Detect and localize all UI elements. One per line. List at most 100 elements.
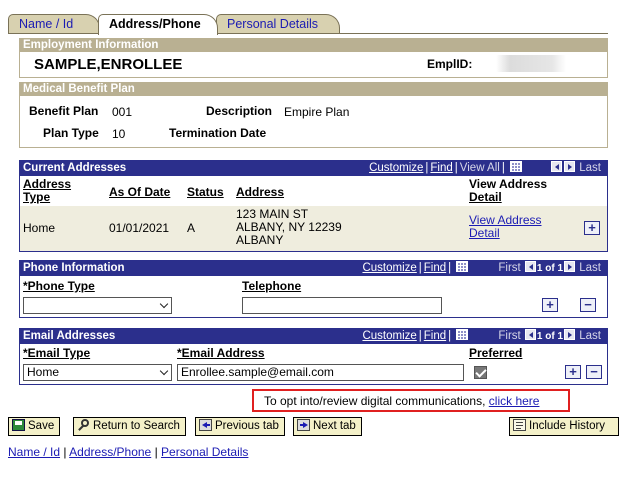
next-row-icon[interactable] xyxy=(564,261,576,272)
include-history-button[interactable]: Include History xyxy=(509,417,619,436)
row-count: 1 of 1 xyxy=(536,263,564,274)
find-link[interactable]: Find xyxy=(430,162,452,174)
footer-separator: | xyxy=(63,445,67,459)
next-row-icon[interactable] xyxy=(564,161,576,172)
col-as-of-date[interactable]: As Of Date xyxy=(109,185,170,199)
click-here-link[interactable]: click here xyxy=(489,394,540,408)
as-of-date-value: 01/01/2021 xyxy=(109,221,170,235)
phone-information-header: Phone Information Customize | Find | First … xyxy=(20,261,607,276)
customize-link[interactable]: Customize xyxy=(362,262,416,274)
tab-name-id[interactable]: Name / Id xyxy=(8,14,100,34)
preferred-checkbox[interactable] xyxy=(474,366,487,379)
previous-tab-label: Previous tab xyxy=(215,420,279,432)
opt-in-text: To opt into/review digital communication… xyxy=(264,394,539,408)
grid-title: Phone Information xyxy=(23,262,125,274)
delete-row-icon[interactable]: − xyxy=(586,365,602,379)
plan-type-label: Plan Type xyxy=(43,126,99,140)
footer-link-address-phone[interactable]: Address/Phone xyxy=(69,445,151,459)
next-row-icon[interactable] xyxy=(564,329,576,340)
search-icon xyxy=(77,419,90,431)
previous-row-icon[interactable] xyxy=(551,161,563,172)
plan-type-value: 10 xyxy=(112,127,126,141)
grid-nav: Customize | Find | First 1 of 1 Last xyxy=(362,329,601,342)
add-row-icon[interactable]: + xyxy=(584,221,600,235)
email-type-value: Home xyxy=(27,365,60,379)
previous-row-icon[interactable] xyxy=(524,329,536,340)
last-link[interactable]: Last xyxy=(579,162,601,174)
col-status[interactable]: Status xyxy=(187,185,224,199)
col-email-address[interactable]: *Email Address xyxy=(177,346,265,360)
first-link[interactable]: First xyxy=(498,330,520,342)
tab-personal-details[interactable]: Personal Details xyxy=(216,14,340,34)
tab-address-phone[interactable]: Address/Phone xyxy=(98,14,218,35)
view-address-detail-link[interactable]: View Address Detail xyxy=(469,214,542,240)
return-to-search-label: Return to Search xyxy=(93,420,180,432)
customize-link[interactable]: Customize xyxy=(369,162,423,174)
previous-tab-button[interactable]: Previous tab xyxy=(195,417,285,436)
floppy-disk-icon xyxy=(12,419,25,431)
last-link[interactable]: Last xyxy=(579,330,601,342)
address-type-value: Home xyxy=(23,221,56,235)
find-link[interactable]: Find xyxy=(424,330,446,342)
tab-bar: Name / Id Address/Phone Personal Details xyxy=(8,14,608,35)
save-label: Save xyxy=(28,420,55,432)
download-grid-icon[interactable] xyxy=(456,329,469,340)
first-link[interactable]: First xyxy=(498,262,520,274)
phone-information-grid: Phone Information Customize | Find | First … xyxy=(19,260,608,318)
email-type-select[interactable]: Home xyxy=(23,364,172,381)
current-addresses-grid: Current Addresses Customize | Find | View Al… xyxy=(19,160,608,252)
col-telephone[interactable]: Telephone xyxy=(242,279,301,293)
customize-link[interactable]: Customize xyxy=(362,330,416,342)
grid-nav: Customize | Find | View All | Last xyxy=(369,161,601,174)
add-row-icon[interactable]: + xyxy=(565,365,581,379)
emplid-value-redacted xyxy=(496,55,566,72)
description-label: Description xyxy=(206,104,273,118)
email-address-input[interactable]: Enrollee.sample@email.com xyxy=(177,364,464,381)
arrow-right-icon xyxy=(297,419,310,431)
grid-title: Current Addresses xyxy=(23,162,127,174)
col-view-line2: Detail xyxy=(469,190,502,204)
col-view-address-detail: View Address Detail xyxy=(469,178,547,204)
footer-link-personal-details[interactable]: Personal Details xyxy=(161,445,248,459)
download-grid-icon[interactable] xyxy=(509,161,522,172)
email-addresses-header: Email Addresses Customize | Find | First 1 … xyxy=(20,329,607,344)
col-address-type[interactable]: Address Type xyxy=(23,178,71,204)
grid-title: Email Addresses xyxy=(23,330,116,342)
employee-name: SAMPLE,ENROLLEE xyxy=(34,56,183,73)
col-email-type[interactable]: *Email Type xyxy=(23,346,90,360)
tab-label: Name / Id xyxy=(19,17,74,31)
col-phone-type[interactable]: *Phone Type xyxy=(23,279,95,293)
return-to-search-button[interactable]: Return to Search xyxy=(73,417,186,436)
col-preferred[interactable]: Preferred xyxy=(469,346,522,360)
col-address[interactable]: Address xyxy=(236,185,284,199)
view-all-link[interactable]: View All xyxy=(460,162,500,174)
next-tab-button[interactable]: Next tab xyxy=(293,417,362,436)
find-link[interactable]: Find xyxy=(424,262,446,274)
history-icon xyxy=(513,419,526,431)
include-history-label: Include History xyxy=(529,420,606,432)
download-grid-icon[interactable] xyxy=(456,261,469,272)
previous-row-icon[interactable] xyxy=(524,261,536,272)
description-value: Empire Plan xyxy=(284,105,350,119)
benefit-plan-label: Benefit Plan xyxy=(29,104,99,118)
medical-box: Benefit Plan 001 Description Empire Plan… xyxy=(19,96,608,148)
benefit-plan-value: 001 xyxy=(112,105,133,119)
delete-row-icon[interactable]: − xyxy=(580,298,596,312)
row-count: 1 of 1 xyxy=(536,331,564,342)
telephone-input[interactable] xyxy=(242,297,442,314)
footer-link-name-id[interactable]: Name / Id xyxy=(8,445,60,459)
phone-type-select[interactable] xyxy=(23,297,172,314)
tab-label: Personal Details xyxy=(227,17,319,31)
footer-separator: | xyxy=(154,445,158,459)
status-value: A xyxy=(187,221,196,235)
chevron-down-icon xyxy=(159,366,169,376)
opt-in-notice: To opt into/review digital communication… xyxy=(252,389,570,412)
grid-nav: Customize | Find | First 1 of 1 Last xyxy=(362,261,601,274)
add-row-icon[interactable]: + xyxy=(542,298,558,312)
termination-date-label: Termination Date xyxy=(169,126,267,140)
save-button[interactable]: Save xyxy=(8,417,61,436)
employment-box: SAMPLE,ENROLLEE EmplID: xyxy=(19,52,608,78)
address-value: 123 MAIN ST ALBANY, NY 12239 ALBANY xyxy=(236,208,342,247)
last-link[interactable]: Last xyxy=(579,262,601,274)
current-addresses-header: Current Addresses Customize | Find | View Al… xyxy=(20,161,607,176)
